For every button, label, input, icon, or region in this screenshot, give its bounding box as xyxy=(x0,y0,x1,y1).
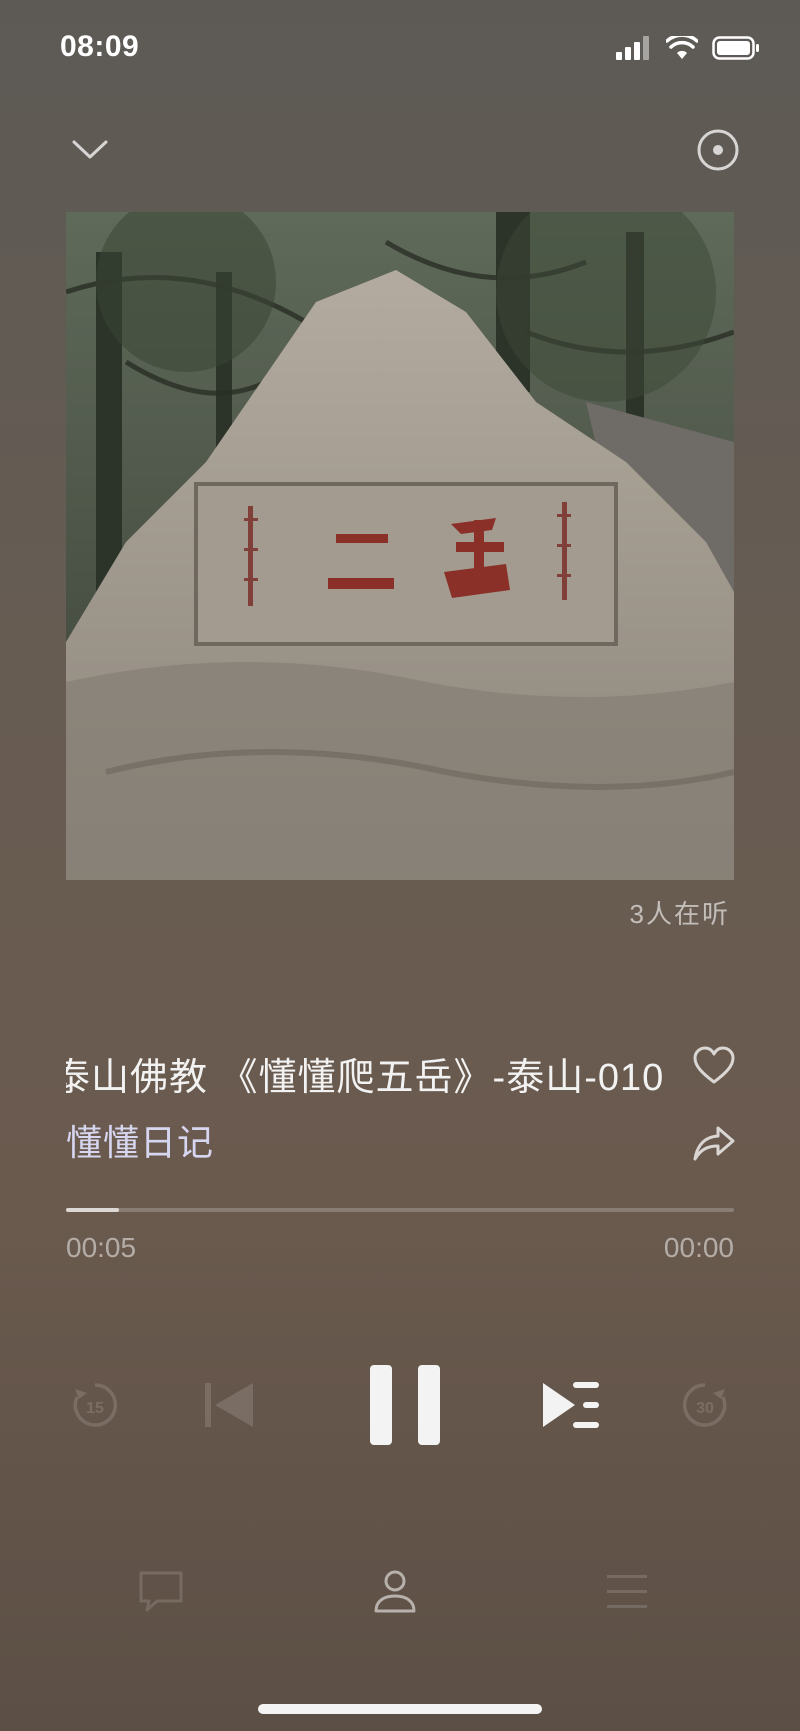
menu-button[interactable] xyxy=(592,1556,662,1626)
share-button[interactable] xyxy=(688,1118,740,1170)
battery-icon xyxy=(712,36,759,60)
artist-name[interactable]: 懂懂日记 xyxy=(66,1114,214,1166)
svg-text:15: 15 xyxy=(86,1400,104,1417)
svg-text:30: 30 xyxy=(696,1400,714,1417)
rewind-button[interactable]: 15 xyxy=(50,1360,140,1450)
album-artwork xyxy=(66,212,734,880)
play-next-icon xyxy=(543,1382,599,1428)
person-icon xyxy=(374,1570,416,1613)
play-next-button[interactable] xyxy=(526,1360,616,1450)
collapse-button[interactable] xyxy=(62,122,118,178)
signal-icon xyxy=(616,36,649,60)
target-button[interactable] xyxy=(690,122,746,178)
comment-icon xyxy=(139,1571,183,1612)
comment-button[interactable] xyxy=(126,1556,196,1626)
wifi-icon xyxy=(666,36,698,59)
progress-fill xyxy=(66,1208,120,1212)
forward-30-icon: 30 xyxy=(682,1383,727,1427)
profile-button[interactable] xyxy=(360,1556,430,1626)
share-icon xyxy=(693,1126,735,1161)
menu-icon xyxy=(607,1575,647,1608)
total-time: 00:00 xyxy=(663,1232,734,1263)
home-indicator[interactable] xyxy=(258,1704,542,1714)
pause-icon xyxy=(370,1365,440,1445)
rewind-15-icon: 15 xyxy=(73,1383,118,1427)
like-button[interactable] xyxy=(688,1040,740,1092)
previous-button[interactable] xyxy=(184,1360,274,1450)
listener-count: 3人在听 xyxy=(629,899,730,929)
chevron-down-icon xyxy=(72,140,108,159)
status-time: 08:09 xyxy=(60,30,140,63)
track-title: 泰山佛教 《懂懂爬五岳》-泰山-010 xyxy=(66,1057,665,1096)
previous-icon xyxy=(205,1383,253,1427)
status-icons xyxy=(616,36,760,60)
progress-bar[interactable] xyxy=(66,1208,734,1212)
current-time: 00:05 xyxy=(66,1232,137,1263)
forward-button[interactable]: 30 xyxy=(660,1360,750,1450)
target-icon xyxy=(697,129,739,171)
track-title-marquee: 泰山佛教 《懂懂爬五岳》-泰山-010 xyxy=(66,1046,668,1096)
heart-icon xyxy=(693,1046,735,1084)
play-pause-button[interactable] xyxy=(355,1355,455,1455)
